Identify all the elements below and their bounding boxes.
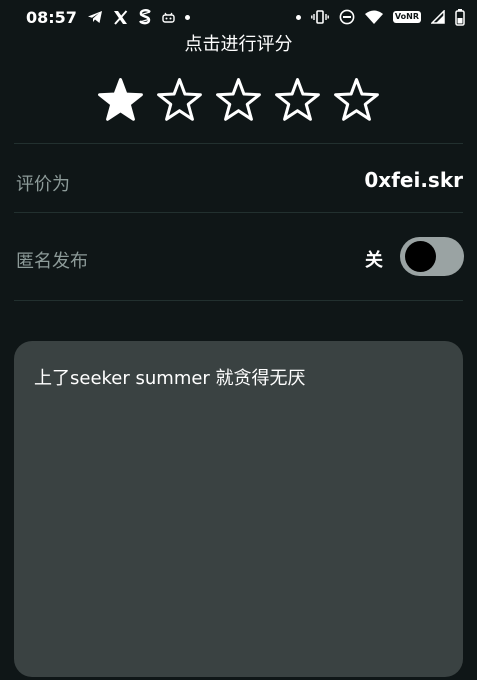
status-bar: 08:57 VoNR <box>0 0 477 34</box>
telegram-icon <box>87 10 103 24</box>
signal-icon <box>431 10 445 24</box>
do-not-disturb-icon <box>339 9 355 25</box>
star-filled-icon[interactable] <box>96 76 145 125</box>
rating-screen: 08:57 VoNR 点击进行评分 评价为 0xfei.skr 匿名发布 关 上… <box>0 0 477 680</box>
star-outline-icon[interactable] <box>214 76 263 125</box>
anonymous-state-label: 关 <box>365 250 383 271</box>
rating-title: 点击进行评分 <box>184 34 293 55</box>
anonymous-toggle[interactable] <box>400 237 464 276</box>
android-icon <box>162 12 175 23</box>
star-outline-icon[interactable] <box>332 76 381 125</box>
comment-input[interactable]: 上了seeker summer 就贪得无厌 <box>14 341 463 677</box>
reviewer-label: 评价为 <box>16 174 70 195</box>
notification-dot-icon <box>184 14 190 20</box>
status-bar-right: VoNR <box>295 8 465 26</box>
vibrate-icon <box>310 10 329 24</box>
status-dot-icon <box>295 14 301 20</box>
clock: 08:57 <box>26 7 77 27</box>
divider <box>14 300 463 301</box>
wifi-icon <box>364 10 383 24</box>
star-outline-icon[interactable] <box>273 76 322 125</box>
battery-icon <box>455 8 465 26</box>
star-outline-icon[interactable] <box>155 76 204 125</box>
star-rating[interactable] <box>96 76 381 125</box>
divider <box>14 212 463 213</box>
s-logo-icon <box>138 9 152 25</box>
anonymous-label: 匿名发布 <box>16 251 88 272</box>
divider <box>14 143 463 144</box>
volte-icon: VoNR <box>392 11 421 23</box>
comment-text: 上了seeker summer 就贪得无厌 <box>34 368 306 389</box>
x-icon <box>113 9 128 25</box>
reviewer-name: 0xfei.skr <box>364 168 463 192</box>
toggle-knob <box>405 241 436 272</box>
status-bar-left: 08:57 <box>26 8 190 27</box>
